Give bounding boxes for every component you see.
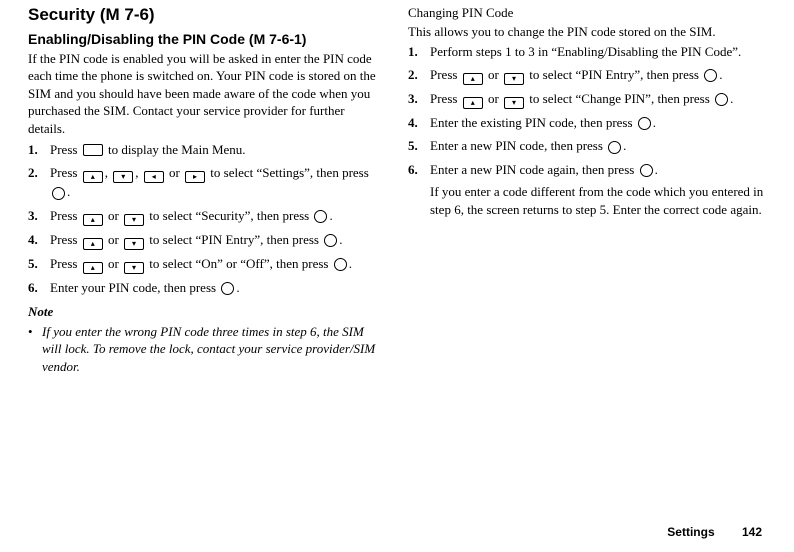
step-text: Press ▴ or ▾ to select “On” or “Off”, th…	[50, 255, 384, 274]
section-heading: Security (M 7-6)	[28, 4, 384, 27]
step-item: 3.Press ▴ or ▾ to select “Change PIN”, t…	[408, 90, 764, 109]
down-key-icon: ▾	[504, 91, 524, 109]
step-number: 3.	[408, 90, 430, 108]
step-number: 1.	[28, 141, 50, 159]
step-number: 1.	[408, 43, 430, 61]
note-item: • If you enter the wrong PIN code three …	[28, 323, 384, 376]
steps-list-right: 1.Perform steps 1 to 3 in “Enabling/Disa…	[408, 43, 764, 218]
step-number: 5.	[408, 137, 430, 155]
up-key-icon: ▴	[463, 91, 483, 109]
step-text: Enter a new PIN code, then press .	[430, 137, 764, 156]
step-item: 1.Perform steps 1 to 3 in “Enabling/Disa…	[408, 43, 764, 61]
note-heading: Note	[28, 303, 384, 321]
left-column: Security (M 7-6) Enabling/Disabling the …	[28, 4, 384, 375]
step-item: 1.Press to display the Main Menu.	[28, 141, 384, 160]
step-item: 4.Enter the existing PIN code, then pres…	[408, 114, 764, 133]
step-text: Press to display the Main Menu.	[50, 141, 384, 160]
ok-key-icon	[638, 115, 651, 133]
footer-page-number: 142	[742, 525, 762, 539]
ok-key-icon	[221, 280, 234, 298]
ok-key-icon	[324, 232, 337, 250]
page-footer: Settings 142	[667, 524, 762, 540]
subheading: Changing PIN Code	[408, 4, 764, 22]
step-text: Enter the existing PIN code, then press …	[430, 114, 764, 133]
step-number: 5.	[28, 255, 50, 273]
ok-key-icon	[52, 185, 65, 203]
step-text: Perform steps 1 to 3 in “Enabling/Disabl…	[430, 43, 764, 61]
up-key-icon: ▴	[83, 165, 103, 183]
step-followup: If you enter a code different from the c…	[430, 183, 764, 218]
up-key-icon: ▴	[83, 208, 103, 226]
step-item: 5.Press ▴ or ▾ to select “On” or “Off”, …	[28, 255, 384, 274]
ok-key-icon	[334, 256, 347, 274]
step-item: 4.Press ▴ or ▾ to select “PIN Entry”, th…	[28, 231, 384, 250]
step-number: 2.	[408, 66, 430, 84]
step-item: 6.Enter your PIN code, then press .	[28, 279, 384, 298]
note-bullet: •	[28, 323, 42, 376]
right-key-icon: ▸	[185, 165, 205, 183]
step-text: Press ▴, ▾, ◂ or ▸ to select “Settings”,…	[50, 164, 384, 202]
step-item: 6.Enter a new PIN code again, then press…	[408, 161, 764, 218]
down-key-icon: ▾	[113, 165, 133, 183]
note-list: • If you enter the wrong PIN code three …	[28, 323, 384, 376]
step-number: 2.	[28, 164, 50, 182]
step-number: 6.	[28, 279, 50, 297]
menu-key-icon	[83, 142, 103, 160]
ok-key-icon	[314, 208, 327, 226]
intro-paragraph: This allows you to change the PIN code s…	[408, 23, 764, 41]
down-key-icon: ▾	[124, 208, 144, 226]
right-column: Changing PIN Code This allows you to cha…	[408, 4, 764, 375]
up-key-icon: ▴	[463, 67, 483, 85]
step-item: 3.Press ▴ or ▾ to select “Security”, the…	[28, 207, 384, 226]
subsection-ref: (M 7-6-1)	[245, 31, 306, 47]
down-key-icon: ▾	[504, 67, 524, 85]
step-item: 5.Enter a new PIN code, then press .	[408, 137, 764, 156]
ok-key-icon	[704, 67, 717, 85]
section-title-text: Security	[28, 5, 95, 24]
manual-page: Security (M 7-6) Enabling/Disabling the …	[0, 0, 794, 375]
note-text: If you enter the wrong PIN code three ti…	[42, 323, 384, 376]
step-text: Enter your PIN code, then press .	[50, 279, 384, 298]
up-key-icon: ▴	[83, 232, 103, 250]
up-key-icon: ▴	[83, 256, 103, 274]
step-text: Press ▴ or ▾ to select “PIN Entry”, then…	[50, 231, 384, 250]
down-key-icon: ▾	[124, 232, 144, 250]
step-number: 4.	[28, 231, 50, 249]
step-text: Press ▴ or ▾ to select “Security”, then …	[50, 207, 384, 226]
step-item: 2.Press ▴ or ▾ to select “PIN Entry”, th…	[408, 66, 764, 85]
step-number: 4.	[408, 114, 430, 132]
steps-list-left: 1.Press to display the Main Menu.2.Press…	[28, 141, 384, 298]
step-number: 3.	[28, 207, 50, 225]
down-key-icon: ▾	[124, 256, 144, 274]
step-item: 2.Press ▴, ▾, ◂ or ▸ to select “Settings…	[28, 164, 384, 202]
ok-key-icon	[640, 162, 653, 180]
intro-paragraph: If the PIN code is enabled you will be a…	[28, 50, 384, 138]
ok-key-icon	[608, 139, 621, 157]
ok-key-icon	[715, 91, 728, 109]
step-number: 6.	[408, 161, 430, 179]
section-ref: (M 7-6)	[95, 5, 155, 24]
step-text: Press ▴ or ▾ to select “Change PIN”, the…	[430, 90, 764, 109]
step-text: Enter a new PIN code again, then press .…	[430, 161, 764, 218]
left-key-icon: ◂	[144, 165, 164, 183]
subsection-title-text: Enabling/Disabling the PIN Code	[28, 31, 245, 47]
step-text: Press ▴ or ▾ to select “PIN Entry”, then…	[430, 66, 764, 85]
footer-section: Settings	[667, 525, 714, 539]
subsection-heading: Enabling/Disabling the PIN Code (M 7-6-1…	[28, 30, 384, 49]
